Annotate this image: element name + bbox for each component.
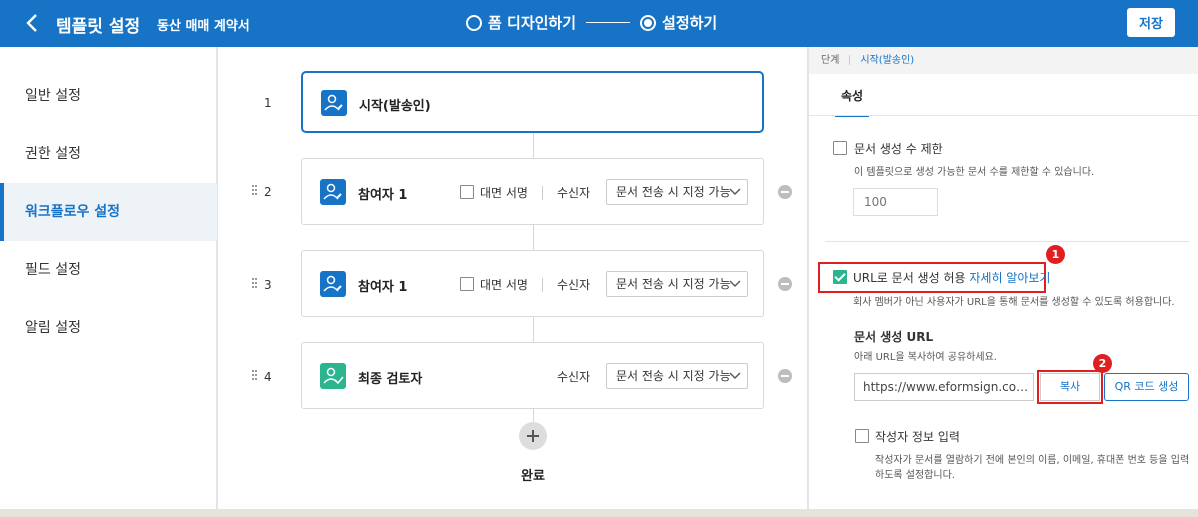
remove-step-icon[interactable] — [778, 369, 792, 383]
step-label: 최종 검토자 — [358, 372, 423, 387]
sidebar-item-general[interactable]: 일반 설정 — [0, 67, 217, 125]
recipient-value: 문서 전송 시 지정 가능 — [616, 277, 731, 291]
face-to-face-checkbox[interactable] — [460, 185, 474, 199]
step-number: 1 — [264, 96, 272, 110]
step-radio-active-icon — [640, 14, 657, 31]
plus-icon — [527, 430, 539, 442]
breadcrumb: 단계 시작(발송인) — [809, 47, 1198, 74]
properties-panel: 단계 시작(발송인) 속성 문서 생성 수 제한 이 템플릿으로 생성 가능한 문… — [808, 47, 1198, 509]
annotation-highlight-2 — [1037, 370, 1103, 404]
workflow-canvas: 1 시작(발송인) 2 참여자 1 대면 서명 수신자 문서 전송 시 지정 가… — [218, 47, 807, 509]
recipient-label: 수신자 — [557, 278, 591, 292]
drag-handle-icon[interactable] — [252, 370, 258, 382]
remove-step-icon[interactable] — [778, 277, 792, 291]
step-settings[interactable]: 설정하기 — [662, 12, 717, 33]
qr-code-button[interactable]: QR 코드 생성 — [1104, 373, 1189, 401]
step-radio-icon — [466, 14, 482, 31]
sidebar-item-notifications[interactable]: 알림 설정 — [0, 299, 217, 357]
recipient-value: 문서 전송 시 지정 가능 — [616, 185, 731, 199]
author-info-checkbox[interactable] — [855, 429, 869, 443]
workflow-step-start[interactable]: 시작(발송인) — [301, 71, 764, 133]
limit-docs-input[interactable] — [853, 188, 938, 216]
face-to-face-label: 대면 서명 — [480, 186, 528, 200]
step-number: 3 — [264, 278, 272, 292]
divider — [542, 278, 543, 292]
step-number: 4 — [264, 370, 272, 384]
workflow-step-final-reviewer[interactable]: 최종 검토자 수신자 문서 전송 시 지정 가능 — [301, 342, 764, 409]
save-button[interactable]: 저장 — [1127, 8, 1175, 37]
recipient-value: 문서 전송 시 지정 가능 — [616, 369, 731, 383]
drag-handle-icon[interactable] — [252, 278, 258, 290]
limit-docs-label: 문서 생성 수 제한 — [854, 142, 943, 156]
tab-properties[interactable]: 속성 — [835, 87, 869, 117]
recipient-select[interactable]: 문서 전송 시 지정 가능 — [606, 179, 748, 205]
sidebar: 일반 설정 권한 설정 워크플로우 설정 필드 설정 알림 설정 — [0, 47, 217, 509]
workflow-step-participant[interactable]: 참여자 1 대면 서명 수신자 문서 전송 시 지정 가능 — [301, 250, 764, 317]
url-hint: 아래 URL을 복사하여 공유하세요. — [854, 352, 997, 363]
top-bar: 템플릿 설정 동산 매매 계약서 폼 디자인하기 설정하기 저장 — [0, 0, 1198, 47]
section-divider — [825, 241, 1189, 242]
breadcrumb-current: 시작(발송인) — [860, 55, 915, 66]
step-form-design[interactable]: 폼 디자인하기 — [488, 12, 576, 33]
bottom-strip — [0, 509, 1198, 517]
step-connector — [586, 22, 631, 23]
step-number: 2 — [264, 185, 272, 199]
sidebar-item-permissions[interactable]: 권한 설정 — [0, 125, 217, 183]
add-step-button[interactable] — [519, 422, 547, 450]
url-allow-description: 회사 멤버가 아닌 사용자가 URL을 통해 문서를 생성할 수 있도록 허용합… — [853, 297, 1175, 308]
annotation-badge-1: 1 — [1046, 245, 1065, 264]
remove-step-icon[interactable] — [778, 185, 792, 199]
page-title: 템플릿 설정 — [56, 17, 141, 37]
url-allow-label: URL로 문서 생성 허용 — [853, 271, 966, 285]
limit-docs-checkbox[interactable] — [833, 141, 847, 155]
sidebar-item-workflow[interactable]: 워크플로우 설정 — [0, 183, 217, 241]
sidebar-item-fields[interactable]: 필드 설정 — [0, 241, 217, 299]
step-label: 참여자 1 — [358, 188, 408, 203]
divider — [542, 186, 543, 200]
author-info-label: 작성자 정보 입력 — [875, 430, 960, 444]
chevron-down-icon — [729, 372, 741, 379]
breadcrumb-stage: 단계 — [821, 55, 840, 66]
author-info-description-line2: 하도록 설정합니다. — [875, 470, 955, 481]
limit-docs-description: 이 템플릿으로 생성 가능한 문서 수를 제한할 수 있습니다. — [854, 167, 1095, 178]
url-allow-checkbox[interactable] — [833, 270, 847, 284]
url-field[interactable]: https://www.eformsign.co… — [854, 373, 1034, 401]
url-allow-label-group: URL로 문서 생성 허용 자세히 알아보기 — [853, 269, 1050, 286]
person-edit-icon — [320, 179, 346, 205]
chevron-down-icon — [729, 188, 741, 195]
author-info-description-line1: 작성자가 문서를 열람하기 전에 본인의 이름, 이메일, 휴대폰 번호 등을 … — [875, 455, 1190, 466]
workflow-step-participant[interactable]: 참여자 1 대면 서명 수신자 문서 전송 시 지정 가능 — [301, 158, 764, 225]
workflow-done-label: 완료 — [521, 469, 545, 484]
person-check-icon — [320, 363, 346, 389]
back-arrow-icon[interactable] — [22, 12, 44, 34]
step-label: 참여자 1 — [358, 280, 408, 295]
chevron-down-icon — [729, 280, 741, 287]
person-edit-icon — [321, 90, 347, 116]
step-indicator: 폼 디자인하기 설정하기 — [466, 12, 717, 33]
learn-more-link[interactable]: 자세히 알아보기 — [969, 271, 1050, 285]
recipient-select[interactable]: 문서 전송 시 지정 가능 — [606, 271, 748, 297]
url-title: 문서 생성 URL — [854, 330, 934, 344]
step-label: 시작(발송인) — [359, 99, 431, 114]
tab-divider — [809, 115, 1198, 116]
document-name: 동산 매매 계약서 — [157, 19, 250, 34]
recipient-select[interactable]: 문서 전송 시 지정 가능 — [606, 363, 748, 389]
annotation-badge-2: 2 — [1093, 354, 1112, 373]
recipient-label: 수신자 — [557, 370, 591, 384]
breadcrumb-separator — [849, 55, 851, 65]
person-edit-icon — [320, 271, 346, 297]
face-to-face-checkbox[interactable] — [460, 277, 474, 291]
face-to-face-label: 대면 서명 — [480, 278, 528, 292]
drag-handle-icon[interactable] — [252, 185, 258, 197]
recipient-label: 수신자 — [557, 186, 591, 200]
